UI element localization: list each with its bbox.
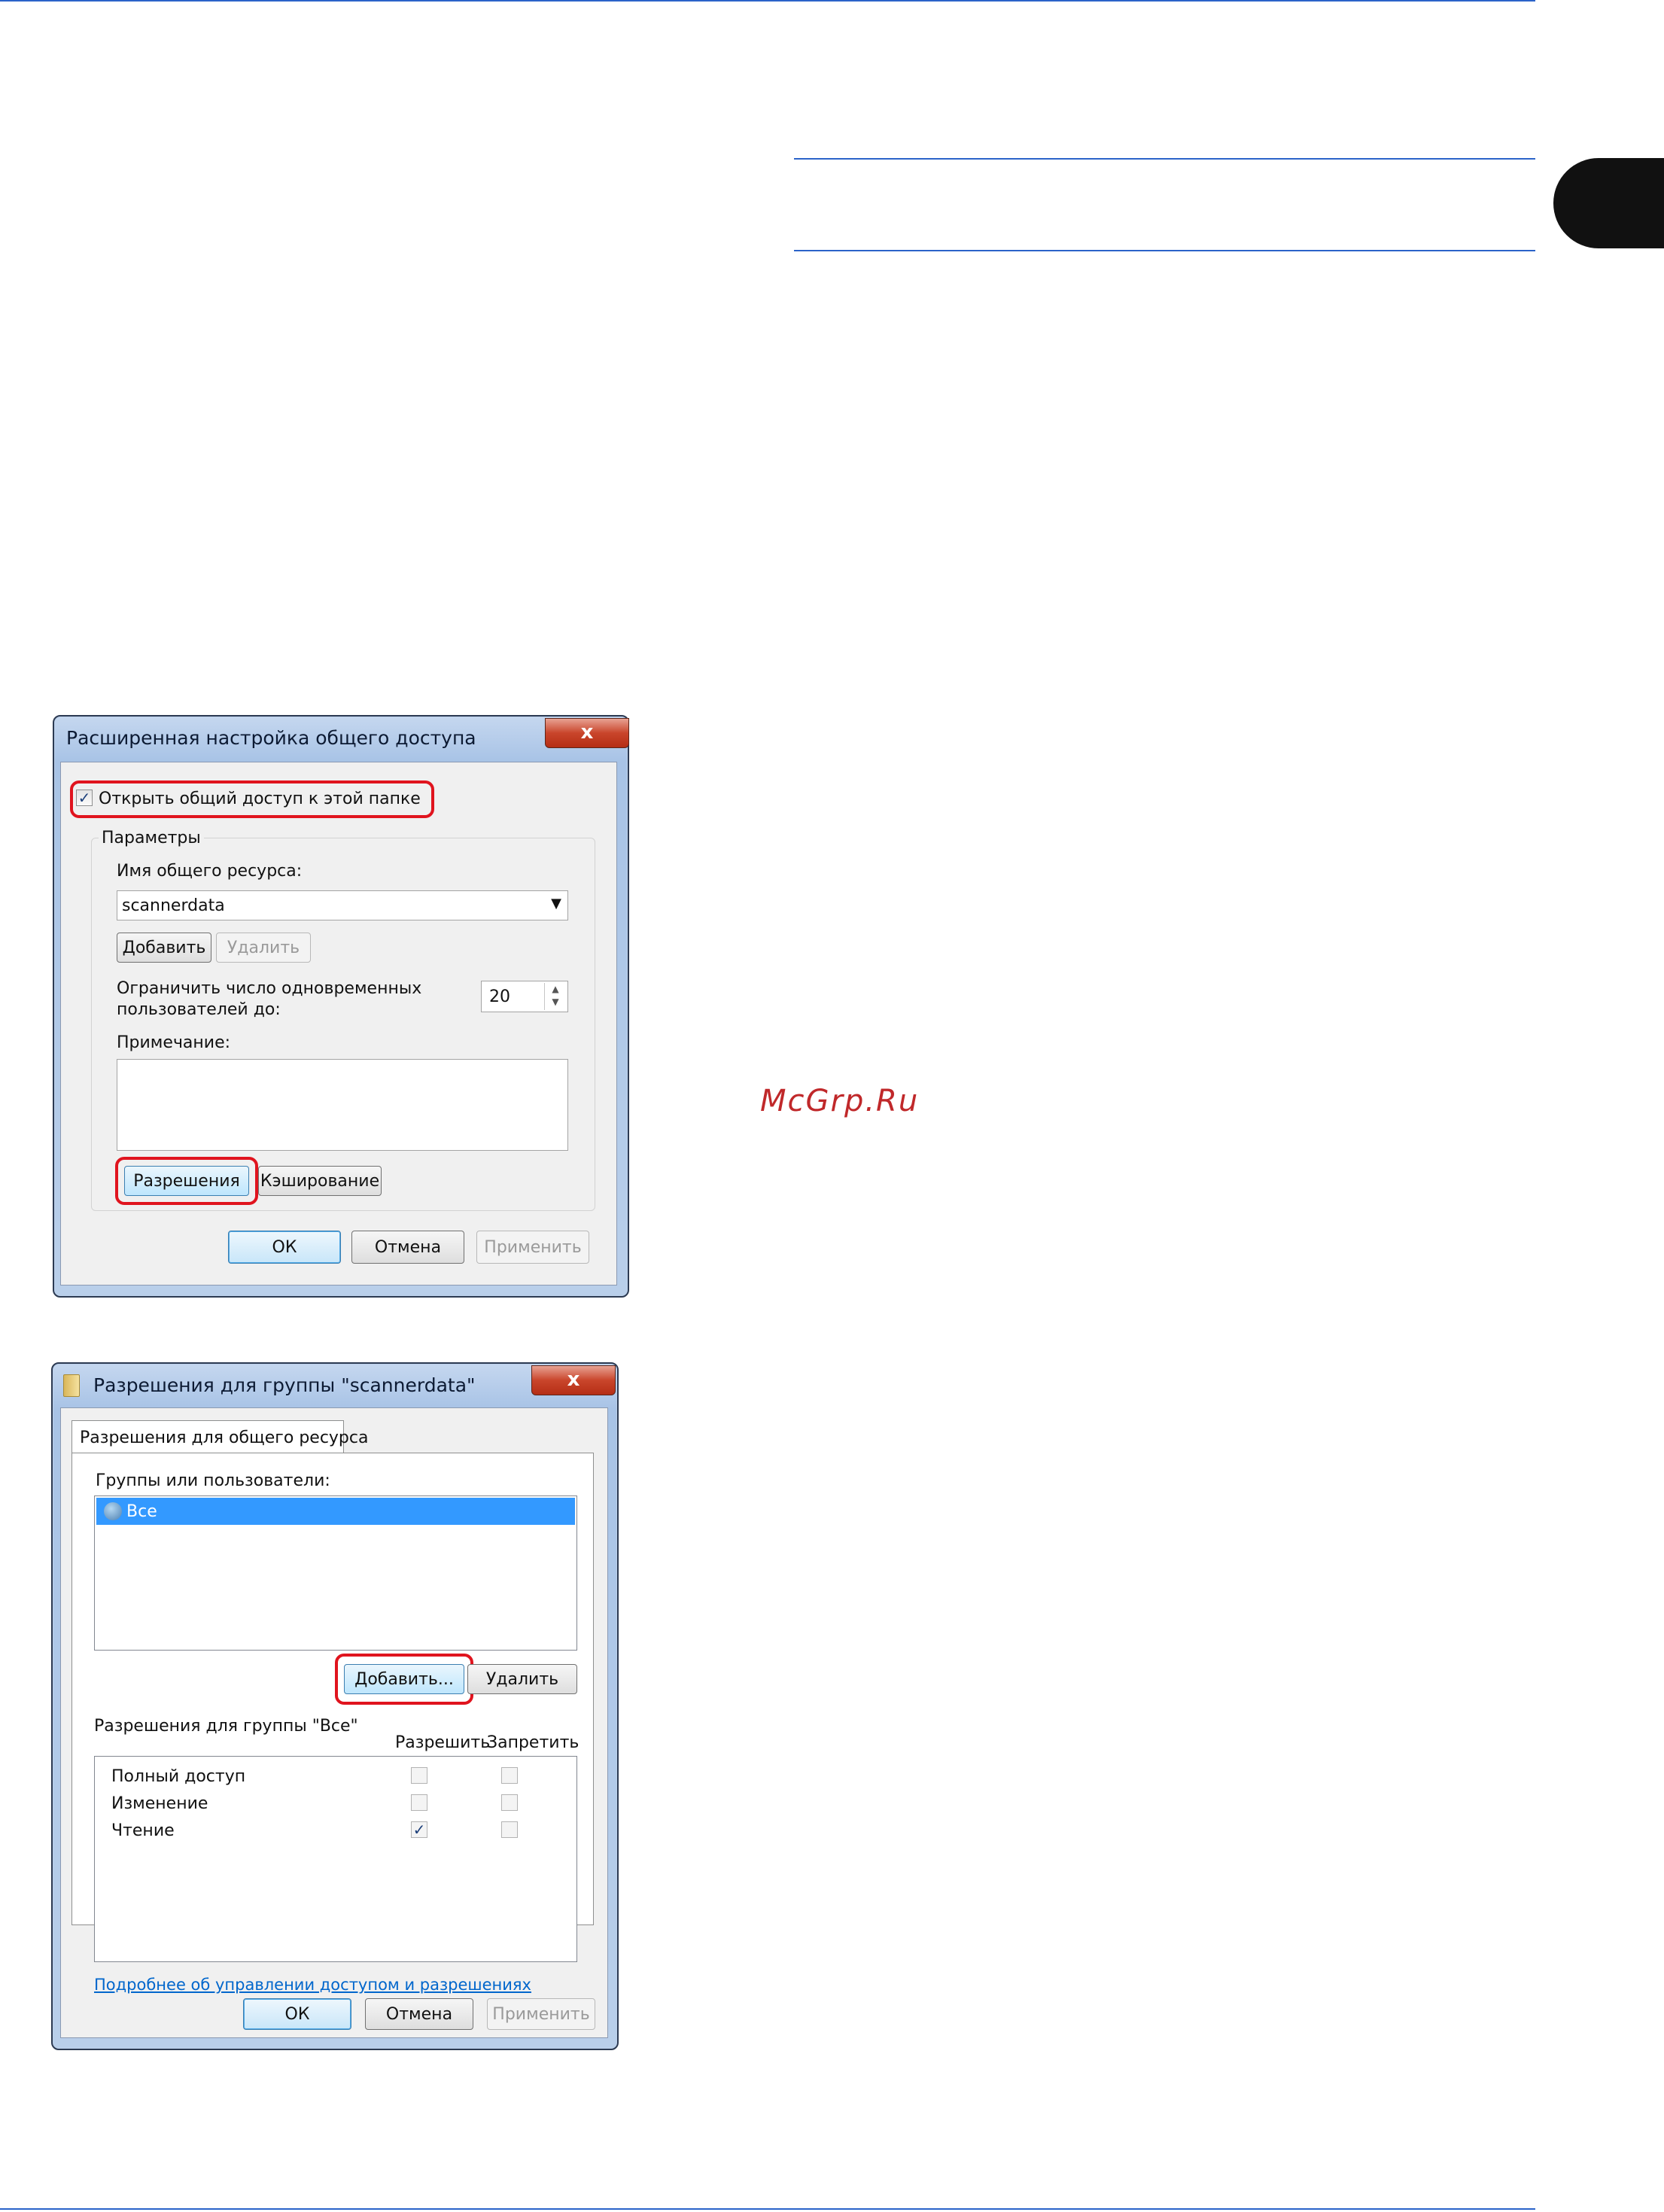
permissions-table: Полный доступ Изменение Чтение ✓	[94, 1756, 577, 1962]
deny-checkbox[interactable]	[501, 1767, 518, 1784]
chapter-tab-marker	[1553, 158, 1664, 248]
dialog-client-area: Разрешения для общего ресурса Группы или…	[60, 1407, 608, 2038]
help-link[interactable]: Подробнее об управлении доступом и разре…	[94, 1976, 531, 1994]
add-share-button[interactable]: Добавить	[117, 933, 211, 963]
ok-button[interactable]: ОК	[228, 1231, 341, 1264]
list-item-user[interactable]: Все	[96, 1498, 575, 1525]
dialog-title: Расширенная настройка общего доступа	[66, 727, 476, 749]
close-button[interactable]: x	[531, 1365, 616, 1395]
share-name-value: scannerdata	[122, 896, 225, 915]
stepper-arrows-icon[interactable]: ▲ ▼	[544, 983, 566, 1010]
section-rule-lower	[794, 250, 1535, 251]
comment-label: Примечание:	[117, 1033, 231, 1052]
close-button[interactable]: x	[545, 718, 629, 748]
top-rule	[0, 0, 1535, 2]
caching-button[interactable]: Кэширование	[258, 1166, 382, 1196]
dialog-title: Разрешения для группы "scannerdata"	[93, 1374, 476, 1396]
comment-textarea[interactable]	[117, 1059, 568, 1151]
allow-checkbox[interactable]	[411, 1767, 427, 1784]
users-listbox[interactable]: Все	[94, 1495, 577, 1651]
dialog-titlebar[interactable]: Расширенная настройка общего доступа x	[54, 717, 629, 760]
params-group-label: Параметры	[99, 829, 204, 847]
deny-column-header: Запретить	[487, 1733, 580, 1752]
perm-group-label: Разрешения для группы "Все"	[94, 1717, 358, 1736]
user-limit-label-line1: Ограничить число одновременных	[117, 979, 422, 998]
perm-row-name: Чтение	[111, 1821, 175, 1840]
user-limit-value: 20	[489, 987, 510, 1006]
allow-column-header: Разрешить	[395, 1733, 491, 1752]
users-group-icon	[104, 1502, 122, 1520]
share-name-label: Имя общего ресурса:	[117, 862, 303, 881]
chevron-down-icon: ▼	[551, 896, 561, 911]
dialog-client-area: ✓ Открыть общий доступ к этой папке Пара…	[60, 762, 617, 1286]
user-limit-stepper[interactable]: 20 ▲ ▼	[481, 981, 568, 1012]
allow-checkbox[interactable]	[411, 1794, 427, 1811]
user-name: Все	[126, 1502, 157, 1521]
tab-label: Разрешения для общего ресурса	[80, 1429, 369, 1447]
folder-icon	[63, 1374, 80, 1397]
cancel-button[interactable]: Отмена	[365, 1998, 473, 2030]
highlight-add-user-button	[335, 1654, 473, 1705]
watermark: McGrp.Ru	[760, 1084, 920, 1118]
tab-share-permissions[interactable]: Разрешения для общего ресурса	[71, 1420, 368, 1453]
user-limit-label-line2: пользователей до:	[117, 1000, 281, 1019]
perm-row-name: Изменение	[111, 1794, 208, 1813]
perm-row-name: Полный доступ	[111, 1767, 246, 1786]
allow-checkbox[interactable]: ✓	[411, 1821, 427, 1838]
bottom-rule	[0, 2208, 1535, 2210]
dialog-titlebar[interactable]: Разрешения для группы "scannerdata" x	[53, 1364, 617, 1407]
share-name-select[interactable]: scannerdata ▼	[117, 890, 568, 920]
apply-button[interactable]: Применить	[487, 1998, 595, 2030]
remove-share-button[interactable]: Удалить	[216, 933, 311, 963]
share-permissions-dialog: Разрешения для группы "scannerdata" x Ра…	[51, 1362, 619, 2050]
groups-users-label: Группы или пользователи:	[96, 1471, 330, 1490]
highlight-permissions-button	[115, 1157, 258, 1205]
deny-checkbox[interactable]	[501, 1794, 518, 1811]
ok-button[interactable]: ОК	[243, 1998, 351, 2030]
highlight-share-checkbox	[70, 780, 434, 818]
cancel-button[interactable]: Отмена	[351, 1231, 464, 1264]
deny-checkbox[interactable]	[501, 1821, 518, 1838]
advanced-sharing-dialog: Расширенная настройка общего доступа x ✓…	[53, 715, 629, 1298]
apply-button[interactable]: Применить	[476, 1231, 589, 1264]
remove-user-button[interactable]: Удалить	[467, 1664, 577, 1694]
section-rule-upper	[794, 158, 1535, 160]
